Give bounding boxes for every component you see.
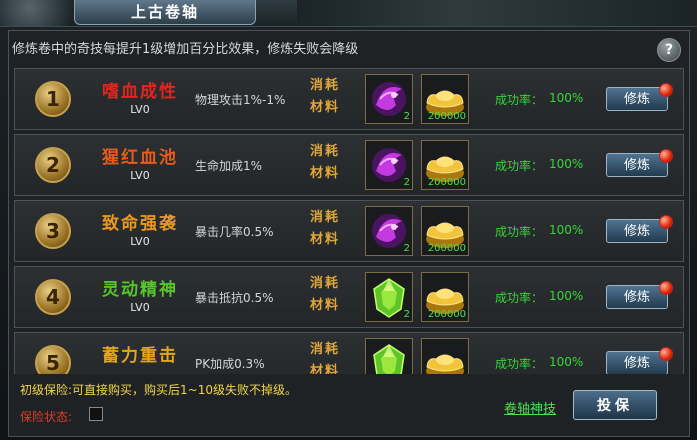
success-rate-value: 100% bbox=[549, 289, 584, 303]
skill-list: 1 嗜血成性 LV0 物理攻击1%-1% 消耗 材料 2 200000 成功率： … bbox=[14, 68, 686, 374]
window-title: 上古卷轴 bbox=[74, 0, 256, 25]
top-bar: 上古卷轴 bbox=[0, 0, 697, 27]
alert-dot-icon bbox=[659, 281, 673, 295]
item-slot[interactable]: 2 bbox=[365, 140, 413, 190]
success-rate-label: 成功率： bbox=[495, 225, 544, 239]
insurance-status-label: 保险状态: bbox=[20, 410, 73, 424]
skill-effect: PK加成0.3% bbox=[195, 357, 265, 371]
skill-name: 致命强袭 bbox=[102, 214, 178, 234]
item-count: 2 bbox=[403, 309, 410, 320]
material-label: 消耗 材料 bbox=[309, 342, 340, 374]
item-count: 2 bbox=[403, 111, 410, 122]
item-slot[interactable]: 2 bbox=[365, 272, 413, 322]
alert-dot-icon bbox=[659, 215, 673, 229]
skill-row: 3 致命强袭 LV0 暴击几率0.5% 消耗 材料 2 200000 成功率： 1… bbox=[14, 200, 684, 262]
alert-dot-icon bbox=[659, 149, 673, 163]
item-slot[interactable] bbox=[365, 338, 413, 374]
success-rate-label: 成功率： bbox=[495, 93, 544, 107]
scroll-skill-link[interactable]: 卷轴神技 bbox=[504, 398, 556, 417]
skill-effect: 暴击抵抗0.5% bbox=[195, 291, 274, 305]
insurance-info: 初级保险:可直接购买，购买后1~10级失败不掉级。 bbox=[20, 383, 298, 397]
rank-badge-icon: 3 bbox=[35, 213, 71, 249]
gold-slot[interactable]: 200000 bbox=[421, 206, 469, 256]
gold-slot[interactable]: 200000 bbox=[421, 140, 469, 190]
skill-row: 2 猩红血池 LV0 生命加成1% 消耗 材料 2 200000 成功率： 100… bbox=[14, 134, 684, 196]
material-label: 消耗 材料 bbox=[309, 144, 340, 181]
gold-slot[interactable]: 200000 bbox=[421, 272, 469, 322]
skill-level: LV0 bbox=[130, 169, 150, 182]
notice-text: 修炼卷中的奇技每提升1级增加百分比效果，修炼失败会降级 bbox=[12, 42, 359, 57]
success-rate-value: 100% bbox=[549, 355, 584, 369]
insurance-status-checkbox[interactable] bbox=[89, 407, 103, 421]
skill-name: 灵动精神 bbox=[102, 280, 178, 300]
success-rate-value: 100% bbox=[549, 157, 584, 171]
skill-row: 4 灵动精神 LV0 暴击抵抗0.5% 消耗 材料 2 200000 成功率： 1… bbox=[14, 266, 684, 328]
item-slot[interactable]: 2 bbox=[365, 206, 413, 256]
gold-slot[interactable]: 200000 bbox=[421, 74, 469, 124]
green-gem-icon bbox=[373, 344, 405, 374]
skill-level: LV0 bbox=[130, 301, 150, 314]
ornament-right bbox=[297, 0, 697, 26]
material-label: 消耗 材料 bbox=[309, 210, 340, 247]
alert-dot-icon bbox=[659, 83, 673, 97]
skill-effect: 暴击几率0.5% bbox=[195, 225, 274, 239]
game-window: 上古卷轴 修炼卷中的奇技每提升1级增加百分比效果，修炼失败会降级 ? 1 嗜血成… bbox=[0, 0, 697, 440]
skill-row: 5 蓄力重击 PK加成0.3% 消耗 材料 成功率： 100% 修炼 bbox=[14, 332, 684, 374]
skill-level: LV0 bbox=[130, 103, 150, 116]
success-rate-label: 成功率： bbox=[495, 357, 544, 371]
skill-name: 蓄力重击 bbox=[102, 346, 178, 366]
gold-ingot-icon bbox=[426, 354, 464, 374]
rank-badge-icon: 5 bbox=[35, 345, 71, 374]
skill-effect: 物理攻击1%-1% bbox=[195, 93, 286, 107]
gold-amount: 200000 bbox=[427, 309, 466, 320]
gold-amount: 200000 bbox=[427, 243, 466, 254]
insure-button[interactable]: 投保 bbox=[573, 390, 657, 420]
skill-row: 1 嗜血成性 LV0 物理攻击1%-1% 消耗 材料 2 200000 成功率： … bbox=[14, 68, 684, 130]
success-rate-value: 100% bbox=[549, 223, 584, 237]
skill-name: 猩红血池 bbox=[102, 148, 178, 168]
item-count: 2 bbox=[403, 177, 410, 188]
success-rate-value: 100% bbox=[549, 91, 584, 105]
success-rate-label: 成功率： bbox=[495, 159, 544, 173]
alert-dot-icon bbox=[659, 347, 673, 361]
success-rate-label: 成功率： bbox=[495, 291, 544, 305]
item-count: 2 bbox=[403, 243, 410, 254]
material-label: 消耗 材料 bbox=[309, 276, 340, 313]
gold-slot[interactable] bbox=[421, 338, 469, 374]
rank-badge-icon: 1 bbox=[35, 81, 71, 117]
skill-level: LV0 bbox=[130, 235, 150, 248]
rank-badge-icon: 2 bbox=[35, 147, 71, 183]
material-label: 消耗 材料 bbox=[309, 78, 340, 115]
item-slot[interactable]: 2 bbox=[365, 74, 413, 124]
rank-badge-icon: 4 bbox=[35, 279, 71, 315]
help-icon[interactable]: ? bbox=[657, 38, 681, 62]
gold-amount: 200000 bbox=[427, 177, 466, 188]
skill-effect: 生命加成1% bbox=[195, 159, 263, 173]
skill-name: 嗜血成性 bbox=[102, 82, 178, 102]
gold-amount: 200000 bbox=[427, 111, 466, 122]
